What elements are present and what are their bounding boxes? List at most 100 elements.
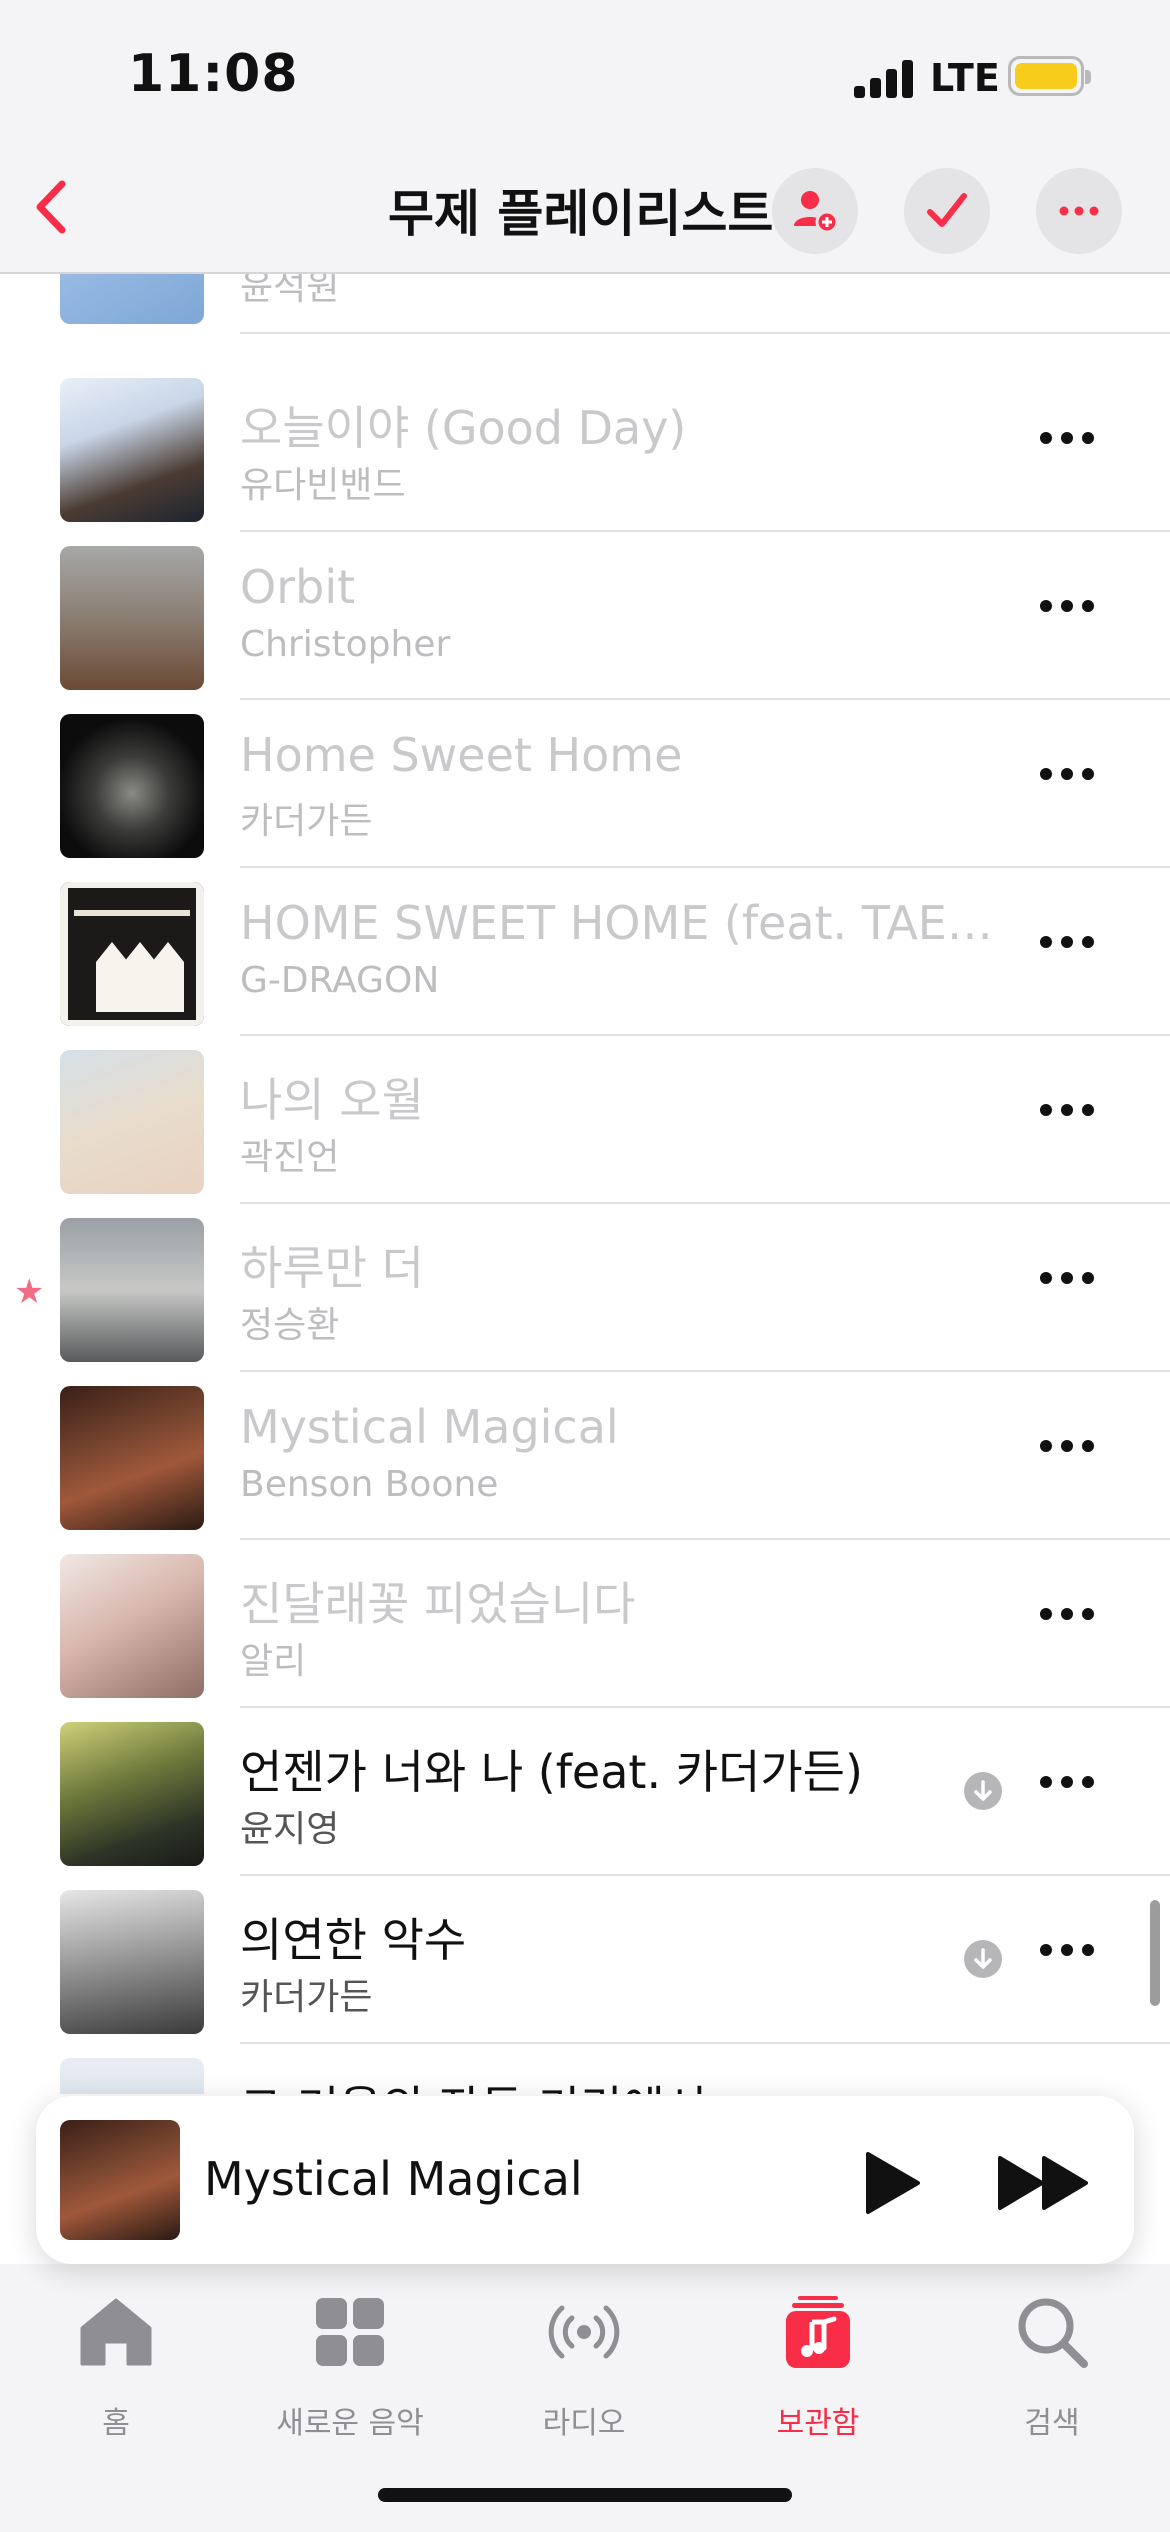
- album-art: [60, 1386, 204, 1530]
- song-title: 그 겨울의 잔등 기리에서: [240, 2072, 1000, 2094]
- album-art: [60, 1722, 204, 1866]
- song-title: 진달래꽃 피었습니다: [240, 1577, 636, 1631]
- scroll-indicator[interactable]: [1150, 1900, 1160, 2006]
- status-time: 11:08: [128, 44, 299, 104]
- page-title: 무제 플레이리스트: [388, 185, 774, 243]
- tab-new-music[interactable]: 새로운 음악: [250, 2294, 450, 2441]
- album-art: [60, 882, 204, 1026]
- album-art: [60, 714, 204, 858]
- song-title: 하루만 더: [240, 1241, 424, 1295]
- library-icon: [786, 2296, 850, 2368]
- song-artist: Benson Boone: [240, 1464, 499, 1505]
- song-title: 의연한 악수: [240, 1913, 467, 1967]
- back-button[interactable]: [20, 172, 90, 242]
- status-bar: 11:08 LTE: [0, 0, 1170, 150]
- album-art: [60, 2058, 204, 2094]
- tab-label: 검색: [1024, 2406, 1080, 2441]
- song-title: 나의 오월: [240, 1073, 424, 1127]
- song-list: 윤석원 오늘이야 (Good Day) 유다빈밴드 Orbit Christop…: [0, 274, 1170, 2094]
- more-button[interactable]: [1040, 1944, 1094, 1958]
- now-playing-art: [60, 2120, 180, 2240]
- play-icon: [866, 2152, 920, 2214]
- song-title: Orbit: [240, 560, 356, 614]
- mini-player[interactable]: Mystical Magical: [36, 2096, 1134, 2264]
- song-title: Home Sweet Home: [240, 728, 683, 782]
- chevron-left-icon: [36, 180, 66, 234]
- add-person-icon: [794, 191, 839, 234]
- song-row[interactable]: 그 겨울의 잔등 기리에서: [0, 2044, 1170, 2094]
- more-button[interactable]: [1040, 1608, 1094, 1622]
- song-title: Mystical Magical: [240, 1400, 619, 1454]
- album-art: [60, 378, 204, 522]
- more-button[interactable]: [1040, 432, 1094, 446]
- play-button[interactable]: [856, 2148, 926, 2218]
- network-type: LTE: [930, 56, 1000, 100]
- downloaded-icon: [964, 1772, 1002, 1810]
- more-button[interactable]: [1040, 1776, 1094, 1790]
- cellular-signal-icon: [854, 58, 914, 98]
- ellipsis-icon: [1059, 206, 1099, 216]
- more-button[interactable]: [1040, 600, 1094, 614]
- song-row[interactable]: 언젠가 너와 나 (feat. 카더가든) 윤지영: [0, 1708, 1170, 1876]
- nav-bar: 무제 플레이리스트: [0, 150, 1170, 274]
- song-title: 언젠가 너와 나 (feat. 카더가든): [240, 1745, 863, 1799]
- tab-radio[interactable]: 라디오: [484, 2294, 684, 2441]
- add-collaborator-button[interactable]: [772, 168, 858, 254]
- song-artist: 카더가든: [240, 1977, 373, 2018]
- tab-home[interactable]: 홈: [16, 2294, 216, 2441]
- song-artist: Christopher: [240, 624, 451, 665]
- song-row[interactable]: Mystical Magical Benson Boone: [0, 1372, 1170, 1540]
- downloaded-icon: [964, 1940, 1002, 1978]
- song-artist: 곽진언: [240, 1137, 340, 1178]
- song-row[interactable]: HOME SWEET HOME (feat. TAEY... G-DRAGON: [0, 868, 1170, 1036]
- tab-label: 홈: [102, 2406, 130, 2441]
- next-track-button[interactable]: [994, 2148, 1094, 2218]
- search-icon: [1018, 2298, 1088, 2368]
- album-art: [60, 1218, 204, 1362]
- song-artist: G-DRAGON: [240, 960, 440, 1001]
- checkmark-icon: [927, 193, 967, 227]
- star-icon: ★: [14, 1272, 45, 1312]
- more-button[interactable]: [1040, 1440, 1094, 1454]
- song-artist: 알리: [240, 1641, 307, 1682]
- album-art: [60, 1050, 204, 1194]
- fast-forward-icon: [998, 2156, 1088, 2210]
- song-artist: 윤석원: [240, 274, 340, 308]
- home-indicator: [378, 2488, 792, 2502]
- song-row[interactable]: Home Sweet Home 카더가든: [0, 700, 1170, 868]
- song-row[interactable]: 진달래꽃 피었습니다 알리: [0, 1540, 1170, 1708]
- album-art: [60, 1890, 204, 2034]
- done-button[interactable]: [904, 168, 990, 254]
- song-row[interactable]: ★ 하루만 더 정승환: [0, 1204, 1170, 1372]
- song-artist: 정승환: [240, 1305, 340, 1346]
- song-row[interactable]: 윤석원: [0, 274, 1170, 334]
- more-button[interactable]: [1040, 768, 1094, 782]
- album-art: [60, 1554, 204, 1698]
- song-title: 오늘이야 (Good Day): [240, 401, 687, 455]
- battery-icon: [1008, 56, 1091, 96]
- home-icon: [80, 2298, 152, 2366]
- radio-icon: [548, 2305, 620, 2359]
- song-row[interactable]: 나의 오월 곽진언: [0, 1036, 1170, 1204]
- album-art-graphic: [60, 882, 204, 1026]
- more-button[interactable]: [1040, 936, 1094, 950]
- album-art: [60, 274, 204, 324]
- tab-search[interactable]: 검색: [952, 2294, 1152, 2441]
- more-button[interactable]: [1040, 1272, 1094, 1286]
- song-row[interactable]: 의연한 악수 카더가든: [0, 1876, 1170, 2044]
- more-button[interactable]: [1040, 1104, 1094, 1118]
- tab-label: 라디오: [542, 2406, 626, 2441]
- song-row[interactable]: 오늘이야 (Good Day) 유다빈밴드: [0, 364, 1170, 532]
- tab-label: 보관함: [776, 2406, 860, 2441]
- album-art: [60, 546, 204, 690]
- more-options-button[interactable]: [1036, 168, 1122, 254]
- song-row[interactable]: Orbit Christopher: [0, 532, 1170, 700]
- tab-library[interactable]: 보관함: [718, 2294, 918, 2441]
- song-artist: 카더가든: [240, 801, 373, 842]
- song-artist: 유다빈밴드: [240, 465, 406, 506]
- song-artist: 윤지영: [240, 1809, 340, 1850]
- grid-icon: [316, 2298, 384, 2366]
- now-playing-title: Mystical Magical: [204, 2152, 583, 2206]
- song-title: HOME SWEET HOME (feat. TAEY...: [240, 896, 1000, 950]
- tab-label: 새로운 음악: [276, 2406, 424, 2441]
